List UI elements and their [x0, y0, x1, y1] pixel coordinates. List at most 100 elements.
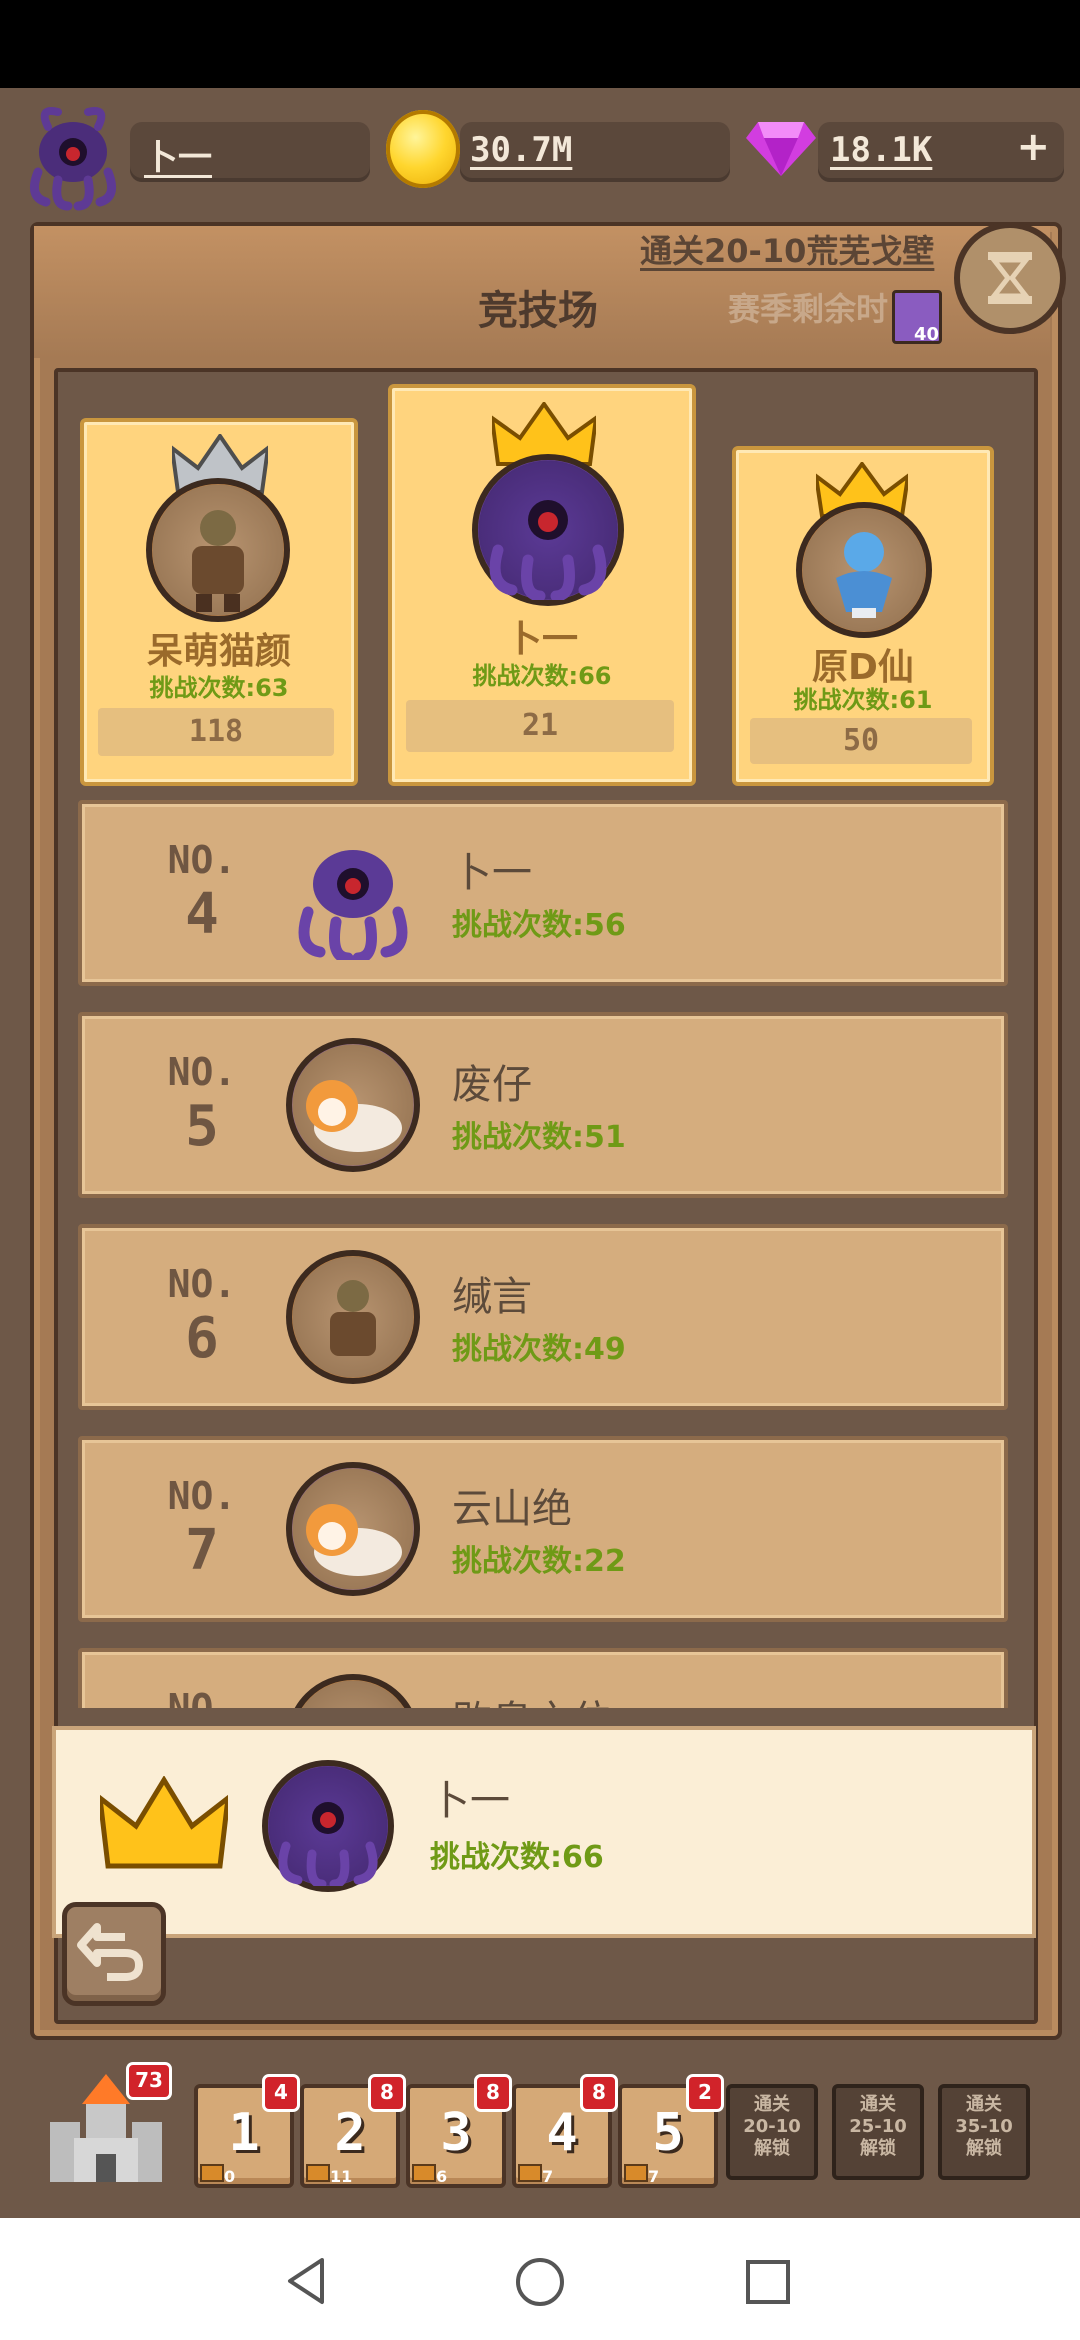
rank-number: 6 [185, 1306, 219, 1371]
locked-slot-2[interactable]: 通关 25-10 解锁 [832, 2084, 924, 2180]
rank-label: NO. [167, 838, 237, 882]
gold-amount: 30.7M [470, 130, 573, 170]
avatar-genie [286, 1674, 420, 1708]
ranking-list[interactable]: NO. 4 卜一 挑战次数:56 NO. 5 废仔 挑战次数:51 NO. 6 [0, 790, 1080, 1708]
player-name: 云山绝 [452, 1486, 572, 1532]
chest-count: 0 [224, 2167, 236, 2186]
chest-count: 7 [542, 2167, 554, 2186]
gem-icon [746, 122, 816, 176]
challenge-count: 挑战次数:49 [452, 1332, 626, 1367]
chest-count: 7 [648, 2167, 660, 2186]
gold-box: 30.7M [460, 122, 730, 182]
slot-badge: 2 [686, 2074, 724, 2112]
podium-count-3: 挑战次数:61 [793, 686, 933, 714]
player-name: 卜一 [452, 850, 532, 896]
back-button[interactable] [62, 1902, 166, 2006]
rank-number: 5 [185, 1094, 219, 1159]
player-name-box[interactable]: 卜一 [130, 122, 370, 182]
list-item[interactable]: NO. 4 卜一 挑战次数:56 [78, 800, 1008, 986]
season-reward-icon[interactable]: 40 [892, 290, 942, 345]
challenge-count: 挑战次数:51 [452, 1120, 626, 1155]
avatar-warrior [146, 478, 290, 622]
locked-line: 解锁 [754, 2138, 790, 2159]
avatar-warrior [286, 1250, 420, 1384]
podium-score-2: 118 [98, 708, 334, 756]
locked-slot-3[interactable]: 通关 35-10 解锁 [938, 2084, 1030, 2180]
slot-badge: 8 [580, 2074, 618, 2112]
home-nav-icon[interactable] [514, 2256, 566, 2308]
system-nav-bar [0, 2218, 1080, 2340]
podium-score-1: 21 [406, 700, 674, 752]
my-challenge-count: 挑战次数:66 [430, 1840, 604, 1875]
locked-line: 解锁 [966, 2138, 1002, 2159]
list-item[interactable]: NO. 6 缄言 挑战次数:49 [78, 1224, 1008, 1410]
add-gems-button[interactable]: + [1016, 124, 1050, 170]
chest-icon [306, 2164, 330, 2182]
hourglass-button[interactable] [954, 222, 1066, 334]
season-remaining-text: 赛季剩余时 [728, 290, 889, 328]
avatar-genie [796, 502, 932, 638]
avatar-cat [286, 1038, 420, 1172]
chest-icon [518, 2164, 542, 2182]
podium-name-1: 卜一 [505, 619, 578, 660]
player-name: 卜一 [144, 138, 212, 178]
locked-line: 20-10 [743, 2116, 801, 2137]
gem-box: 18.1K + [818, 122, 1064, 182]
resource-bar: 卜一 30.7M 18.1K + [0, 88, 1080, 220]
team-slot-5[interactable]: 5 2 7 [618, 2074, 724, 2188]
slot-badge: 8 [474, 2074, 512, 2112]
back-nav-icon[interactable] [282, 2256, 332, 2306]
podium-card-1[interactable]: 卜一 挑战次数:66 21 [388, 384, 696, 786]
chest-count: 6 [436, 2167, 448, 2186]
rank-label: NO. [167, 1262, 237, 1306]
rank-number: 4 [185, 882, 219, 947]
locked-line: 通关 [860, 2094, 896, 2115]
avatar-octopus [472, 454, 624, 606]
podium-card-2[interactable]: 呆萌猫颜 挑战次数:63 118 [80, 418, 358, 786]
list-item[interactable]: NO. 5 废仔 挑战次数:51 [78, 1012, 1008, 1198]
locked-slot-1[interactable]: 通关 20-10 解锁 [726, 2084, 818, 2180]
podium-score-3: 50 [750, 718, 972, 764]
bottom-bar: 73 1 4 0 2 8 11 3 8 6 4 8 7 5 2 7 通关 20-… [0, 2040, 1080, 2218]
challenge-count: 挑战次数:22 [452, 1544, 626, 1579]
chest-icon [200, 2164, 224, 2182]
rank-number: 7 [185, 1518, 219, 1583]
rank-label: NO. [167, 1474, 237, 1518]
my-name: 卜一 [430, 1778, 510, 1824]
locked-line: 通关 [754, 2094, 790, 2115]
back-arrow-icon [77, 1923, 143, 1981]
chest-icon [624, 2164, 648, 2182]
team-slot-3[interactable]: 3 8 6 [406, 2074, 512, 2188]
recents-nav-icon[interactable] [744, 2258, 792, 2306]
avatar-octopus [262, 1760, 394, 1892]
podium-card-3[interactable]: 原D仙 挑战次数:61 50 [732, 446, 994, 786]
slot-badge: 4 [262, 2074, 300, 2112]
locked-line: 35-10 [955, 2116, 1013, 2137]
team-slot-1[interactable]: 1 4 0 [194, 2074, 300, 2188]
stage-progress-text[interactable]: 通关20-10荒芜戈壁 [640, 226, 960, 272]
podium-count-2: 挑战次数:63 [149, 674, 289, 702]
rank-label: NO. [167, 1050, 237, 1094]
player-avatar[interactable] [18, 102, 128, 212]
rank-label: NO. [167, 1686, 237, 1708]
locked-line: 25-10 [849, 2116, 907, 2137]
list-item[interactable]: NO. 8 败皇之位 [78, 1648, 1008, 1708]
avatar-cat [286, 1462, 420, 1596]
chest-icon [412, 2164, 436, 2182]
slot-badge: 8 [368, 2074, 406, 2112]
player-name: 缄言 [452, 1274, 532, 1320]
podium-name-2: 呆萌猫颜 [146, 631, 291, 672]
chest-count: 11 [330, 2167, 353, 2186]
season-reward-count: 40 [913, 324, 939, 345]
podium-count-1: 挑战次数:66 [472, 662, 612, 690]
list-item[interactable]: NO. 7 云山绝 挑战次数:22 [78, 1436, 1008, 1622]
player-name: 败皇之位 [452, 1688, 612, 1708]
team-slot-2[interactable]: 2 8 11 [300, 2074, 406, 2188]
avatar-octopus [286, 826, 420, 964]
gem-amount: 18.1K [830, 130, 933, 170]
team-slot-4[interactable]: 4 8 7 [512, 2074, 618, 2188]
castle-button[interactable]: 73 [44, 2062, 172, 2188]
my-rank-bar[interactable]: 卜一 挑战次数:66 [52, 1726, 1036, 1938]
castle-level-badge: 73 [126, 2062, 172, 2100]
page-title: 竞技场 [478, 288, 598, 334]
